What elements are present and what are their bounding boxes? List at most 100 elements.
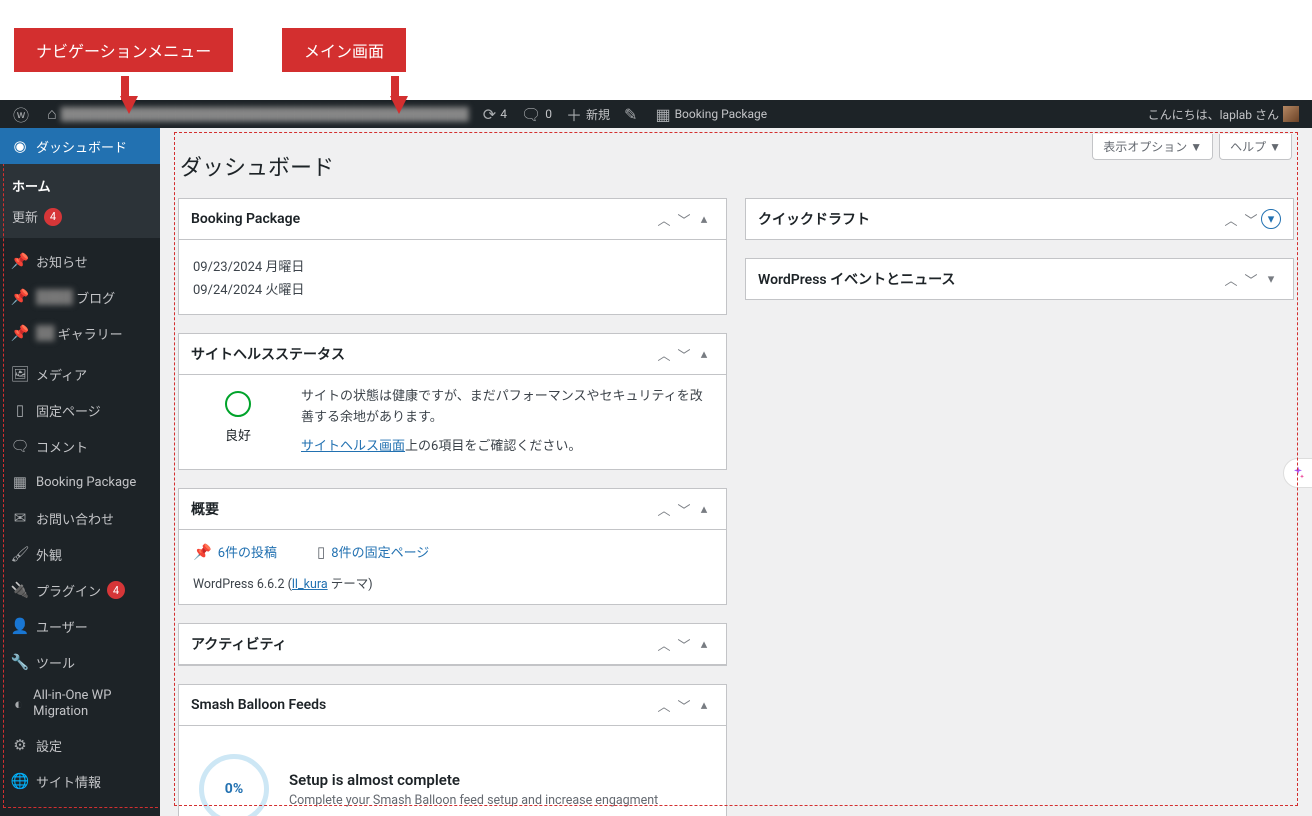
sidebar-item-settings[interactable]: ⚙設定 bbox=[0, 727, 160, 763]
glance-posts: 📌 6件の投稿 bbox=[193, 542, 277, 561]
move-up-icon[interactable]: ︿ bbox=[654, 499, 674, 519]
booking-link[interactable]: ▦ Booking Package bbox=[648, 100, 774, 128]
dashboard-col-right: クイックドラフト ︿ ﹀ ▾ WordPress イベントとニュース ︿ ﹀ ▾ bbox=[745, 198, 1294, 816]
theme-link[interactable]: ll_kura bbox=[292, 577, 328, 592]
user-greeting[interactable]: こんにちは、laplab さん bbox=[1141, 100, 1306, 128]
widget-header: Booking Package ︿ ﹀ ▴ bbox=[179, 199, 726, 240]
widget-header: 概要 ︿ ﹀ ▴ bbox=[179, 489, 726, 530]
sidebar-item-users[interactable]: 👤ユーザー bbox=[0, 608, 160, 644]
smash-heading: Setup is almost complete bbox=[289, 771, 658, 789]
calendar-icon: ▦ bbox=[655, 105, 670, 124]
sidebar-item-aiowp[interactable]: ◐All-in-One WP Migration bbox=[0, 680, 160, 727]
site-home[interactable]: ⌂███████████████████████████████████████… bbox=[40, 100, 476, 128]
pin-icon: 📌 bbox=[193, 543, 212, 561]
sidebar-item-tools[interactable]: 🔧ツール bbox=[0, 644, 160, 680]
comments-link[interactable]: 🗨0 bbox=[514, 100, 559, 128]
booking-label: Booking Package bbox=[675, 107, 768, 121]
sidebar-item-booking[interactable]: ▦Booking Package bbox=[0, 464, 160, 500]
move-down-icon[interactable]: ﹀ bbox=[674, 209, 694, 229]
widget-title: Booking Package bbox=[191, 211, 654, 227]
home-icon: ⌂ bbox=[47, 104, 57, 124]
progress-value: 0% bbox=[225, 781, 243, 797]
sidebar-item-pages[interactable]: ▯固定ページ bbox=[0, 392, 160, 428]
widget-body: 0% Setup is almost complete Complete you… bbox=[179, 726, 726, 816]
toggle-icon[interactable]: ▾ bbox=[1261, 209, 1281, 229]
widget-smash-balloon: Smash Balloon Feeds ︿ ﹀ ▴ 0% Setup is al… bbox=[178, 684, 727, 816]
dashboard-col-left: Booking Package ︿ ﹀ ▴ 09/23/2024 月曜日 09/… bbox=[178, 198, 727, 816]
booking-row[interactable]: 09/24/2024 火曜日 bbox=[193, 279, 712, 298]
sidebar-item-label: メディア bbox=[36, 365, 87, 384]
move-down-icon[interactable]: ﹀ bbox=[674, 344, 694, 364]
toggle-icon[interactable]: ▴ bbox=[694, 209, 714, 229]
media-icon: 🖼 bbox=[10, 364, 30, 384]
sidebar-item-gallery[interactable]: 📌██ ギャラリー bbox=[0, 315, 160, 351]
floating-ai-button[interactable] bbox=[1283, 458, 1312, 488]
plugin-badge: 4 bbox=[107, 581, 125, 599]
widget-header: アクティビティ ︿ ﹀ ▴ bbox=[179, 624, 726, 665]
widget-header: クイックドラフト ︿ ﹀ ▾ bbox=[746, 199, 1293, 239]
sidebar-item-appearance[interactable]: 🖌外観 bbox=[0, 536, 160, 572]
wp-logo[interactable]: ⓦ bbox=[6, 100, 40, 128]
screen-options-button[interactable]: 表示オプション ▼ bbox=[1092, 134, 1213, 160]
move-down-icon[interactable]: ﹀ bbox=[1241, 209, 1261, 229]
sidebar-item-label: プラグイン bbox=[36, 581, 101, 600]
site-health-link[interactable]: サイトヘルス画面 bbox=[301, 439, 405, 454]
widget-title: クイックドラフト bbox=[758, 209, 1221, 229]
widget-body: 良好 サイトの状態は健康ですが、まだパフォーマンスやセキュリティを改善する余地が… bbox=[179, 375, 726, 469]
help-button[interactable]: ヘルプ ▼ bbox=[1219, 134, 1292, 160]
new-label: 新規 bbox=[586, 106, 610, 123]
updates-count: 4 bbox=[500, 107, 507, 121]
move-up-icon[interactable]: ︿ bbox=[654, 695, 674, 715]
migrate-icon: ◐ bbox=[10, 694, 27, 714]
sidebar-item-contact[interactable]: ✉お問い合わせ bbox=[0, 500, 160, 536]
plus-icon: ＋ bbox=[566, 102, 582, 126]
toggle-icon[interactable]: ▴ bbox=[694, 695, 714, 715]
move-up-icon[interactable]: ︿ bbox=[654, 634, 674, 654]
sidebar-item-dashboard[interactable]: ◉ ダッシュボード bbox=[0, 128, 160, 164]
pages-link[interactable]: 8件の固定ページ bbox=[331, 542, 429, 561]
sidebar-item-notices[interactable]: 📌お知らせ bbox=[0, 243, 160, 279]
toggle-icon[interactable]: ▴ bbox=[694, 344, 714, 364]
widget-booking: Booking Package ︿ ﹀ ▴ 09/23/2024 月曜日 09/… bbox=[178, 198, 727, 315]
sidebar-item-label: お知らせ bbox=[36, 252, 88, 271]
new-content[interactable]: ＋新規 bbox=[559, 100, 617, 128]
sidebar-item-blog[interactable]: 📌████ ブログ bbox=[0, 279, 160, 315]
callout-arrow-icon bbox=[390, 96, 408, 114]
move-down-icon[interactable]: ﹀ bbox=[1241, 269, 1261, 289]
submenu-home[interactable]: ホーム bbox=[0, 170, 160, 201]
edit-page[interactable]: ✎ bbox=[617, 100, 648, 128]
refresh-icon: ⟳ bbox=[483, 105, 496, 124]
comments-count: 0 bbox=[545, 107, 552, 121]
pin-icon: 📌 bbox=[10, 287, 30, 307]
widget-title: Smash Balloon Feeds bbox=[191, 697, 654, 713]
submenu-updates[interactable]: 更新4 bbox=[0, 201, 160, 232]
move-down-icon[interactable]: ﹀ bbox=[674, 499, 694, 519]
sidebar-item-label: 設定 bbox=[36, 736, 62, 755]
move-up-icon[interactable]: ︿ bbox=[654, 344, 674, 364]
updates-link[interactable]: ⟳4 bbox=[476, 100, 514, 128]
toggle-icon[interactable]: ▾ bbox=[1261, 269, 1281, 289]
booking-row[interactable]: 09/23/2024 月曜日 bbox=[193, 256, 712, 275]
health-text: 上の6項目をご確認ください。 bbox=[405, 439, 581, 454]
sidebar-item-label: ホーム bbox=[12, 176, 51, 195]
sidebar-item-siteinfo[interactable]: 🌐サイト情報 bbox=[0, 763, 160, 799]
sidebar-item-label: コメント bbox=[36, 437, 88, 456]
widget-body: 📌 6件の投稿 ▯ 8件の固定ページ WordPress 6.6.2 (ll_k… bbox=[179, 530, 726, 604]
sidebar-item-media[interactable]: 🖼 メディア bbox=[0, 356, 160, 392]
sidebar-item-comments[interactable]: 🗨コメント bbox=[0, 428, 160, 464]
sidebar-item-plugins[interactable]: 🔌プラグイン4 bbox=[0, 572, 160, 608]
posts-link[interactable]: 6件の投稿 bbox=[218, 542, 277, 561]
toggle-icon[interactable]: ▴ bbox=[694, 634, 714, 654]
sidebar-item-label: ギャラリー bbox=[58, 324, 123, 343]
sidebar-item-label: ダッシュボード bbox=[36, 137, 127, 156]
move-down-icon[interactable]: ﹀ bbox=[674, 634, 694, 654]
move-down-icon[interactable]: ﹀ bbox=[674, 695, 694, 715]
widget-title: 概要 bbox=[191, 499, 654, 519]
move-up-icon[interactable]: ︿ bbox=[654, 209, 674, 229]
move-up-icon[interactable]: ︿ bbox=[1221, 269, 1241, 289]
greeting-text: こんにちは、laplab さん bbox=[1148, 106, 1279, 123]
wrench-icon: 🔧 bbox=[10, 652, 30, 672]
toggle-icon[interactable]: ▴ bbox=[694, 499, 714, 519]
sparkle-icon bbox=[1290, 465, 1306, 481]
move-up-icon[interactable]: ︿ bbox=[1221, 209, 1241, 229]
